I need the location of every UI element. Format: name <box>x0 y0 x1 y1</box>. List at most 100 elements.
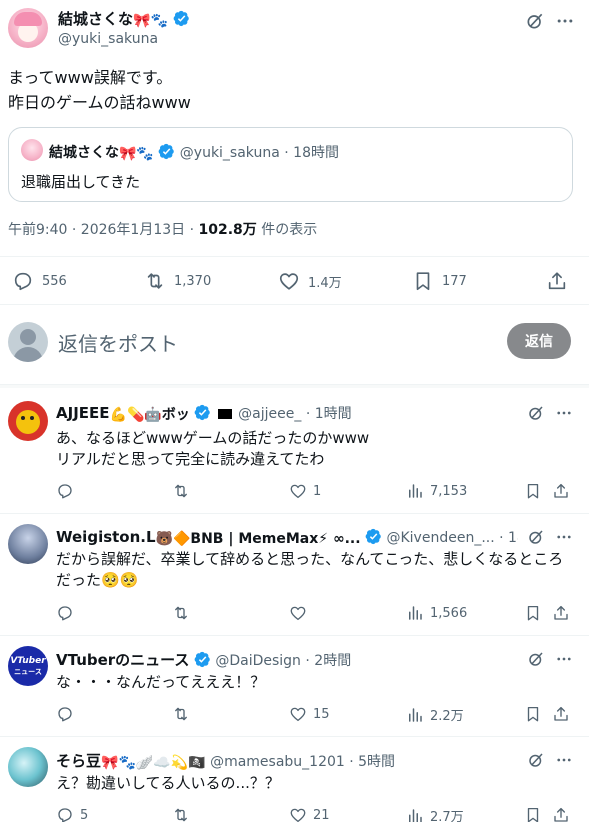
grok-icon[interactable] <box>526 527 546 547</box>
bookmark-icon <box>524 604 542 622</box>
like-icon <box>278 270 300 292</box>
reply-author-handle[interactable]: @mamesabu_1201 <box>210 754 345 770</box>
repost-button[interactable] <box>172 604 196 622</box>
reply-button[interactable] <box>56 482 80 500</box>
reply-text-line1: な・・・なんだってえええ！？ <box>56 673 266 691</box>
bookmark-button[interactable] <box>524 604 548 622</box>
reply-header: Weigiston.L🐻🔶BNB | MemeMax⚡ ∞... @Kivend… <box>56 527 540 547</box>
like-button[interactable]: 1.4万 <box>278 270 342 292</box>
quoted-separator: · <box>284 145 289 161</box>
reply-avatar[interactable] <box>8 401 48 441</box>
share-button[interactable] <box>552 806 576 822</box>
post-text-line2: 昨日のゲームの話ねwww <box>8 93 191 112</box>
reply-button[interactable]: 5 <box>56 806 88 822</box>
bookmark-button[interactable] <box>524 806 548 822</box>
reply-author-handle[interactable]: @Kivendeen_... <box>386 530 494 546</box>
repost-icon <box>144 270 166 292</box>
more-icon[interactable] <box>554 527 574 547</box>
repost-icon <box>172 604 190 622</box>
reply-header: そら豆🎀🐾🪽☁️💫🏴‍☠️ @mamesabu_1201 · 5時間 <box>56 750 395 771</box>
reply-avatar[interactable] <box>8 747 48 787</box>
repost-button[interactable] <box>172 806 196 822</box>
like-icon <box>289 705 307 723</box>
grok-icon[interactable] <box>526 750 546 770</box>
views-button[interactable]: 1,566 <box>406 604 467 622</box>
like-count: 1 <box>313 483 322 499</box>
reply-composer-input[interactable]: 返信をポスト <box>58 328 178 357</box>
reply-time[interactable]: · 2時間 <box>305 653 351 669</box>
verified-badge-icon <box>194 651 211 668</box>
like-button[interactable]: 15 <box>289 705 330 723</box>
views-icon <box>406 482 424 500</box>
share-button[interactable] <box>552 604 576 622</box>
reply-author-handle[interactable]: @ajjeee_ <box>238 406 301 422</box>
repost-button[interactable] <box>172 705 196 723</box>
bookmark-icon <box>524 806 542 822</box>
grok-icon[interactable] <box>526 649 546 669</box>
views-count: 2.2万 <box>430 709 464 724</box>
repost-button[interactable] <box>172 482 196 500</box>
reply-author-name[interactable]: VTuberのニュース <box>56 651 189 669</box>
bookmark-button[interactable] <box>524 705 548 723</box>
reply-time[interactable]: · 1時間 <box>306 406 352 422</box>
bookmark-icon <box>524 482 542 500</box>
share-button[interactable] <box>546 270 576 292</box>
views-button[interactable]: 2.7万 <box>406 806 464 822</box>
author-name-emoji: 🎀🐾 <box>133 13 168 29</box>
like-icon <box>289 604 307 622</box>
quoted-post-card[interactable]: 結城さくな🎀🐾 @yuki_sakuna · 18時間 退職届出してきた <box>8 127 573 202</box>
like-button[interactable]: 1 <box>289 482 321 500</box>
bookmark-button[interactable]: 177 <box>412 270 467 292</box>
quoted-author-handle: @yuki_sakuna <box>179 145 280 161</box>
grok-icon[interactable] <box>526 403 546 423</box>
views-button[interactable]: 7,153 <box>406 482 467 500</box>
verified-badge-icon <box>173 10 190 27</box>
grok-icon[interactable] <box>524 10 546 32</box>
reply-avatar[interactable]: VTuber ニュース <box>8 646 48 686</box>
author-name[interactable]: 結城さくな <box>58 10 133 28</box>
repost-button[interactable]: 1,370 <box>144 270 211 292</box>
reply-author-name[interactable]: Weigiston.L <box>56 528 156 546</box>
views-icon <box>406 807 424 822</box>
bookmark-button[interactable] <box>524 482 548 500</box>
reply-submit-button[interactable]: 返信 <box>507 323 571 359</box>
verified-badge-icon <box>158 143 175 160</box>
more-icon[interactable] <box>554 403 574 423</box>
reply-icon <box>56 482 74 500</box>
reply-author-emoji: 🎀🐾🪽☁️💫🏴‍☠️ <box>101 755 206 771</box>
author-name-row[interactable]: 結城さくな🎀🐾 <box>58 8 190 29</box>
share-button[interactable] <box>552 482 576 500</box>
more-icon[interactable] <box>554 10 576 32</box>
repost-count: 1,370 <box>174 273 212 289</box>
reply-button[interactable] <box>56 604 80 622</box>
post-timestamp[interactable]: 午前9:40 · 2026年1月13日 · <box>8 222 199 238</box>
author-handle[interactable]: @yuki_sakuna <box>58 31 158 47</box>
more-icon[interactable] <box>554 750 574 770</box>
more-icon[interactable] <box>554 649 574 669</box>
like-count: 1.4万 <box>308 275 342 291</box>
reply-text-line1: あ、なるほどwwwゲームの話だったのかwww <box>56 429 370 447</box>
reply-button[interactable] <box>56 705 80 723</box>
reply-author-emoji: 💪💊🤖ボッ <box>109 407 190 423</box>
views-count: 102.8万 <box>198 222 257 238</box>
reply-author-name[interactable]: そら豆 <box>56 752 101 770</box>
reply-count: 5 <box>80 807 89 822</box>
like-button[interactable] <box>289 604 313 622</box>
share-icon <box>552 806 570 822</box>
like-icon <box>289 806 307 822</box>
like-button[interactable]: 21 <box>289 806 330 822</box>
reply-author-handle[interactable]: @DaiDesign <box>215 653 301 669</box>
verified-badge-icon <box>194 404 211 421</box>
reply-time[interactable]: · 5時間 <box>349 754 395 770</box>
reply-author-name[interactable]: AJJEEE <box>56 404 110 422</box>
author-avatar[interactable] <box>8 8 48 48</box>
reply-button[interactable]: 556 <box>12 270 67 292</box>
share-button[interactable] <box>552 705 576 723</box>
views-count: 2.7万 <box>430 810 464 822</box>
share-icon <box>552 705 570 723</box>
verified-badge-icon <box>365 528 382 545</box>
views-button[interactable]: 2.2万 <box>406 705 464 724</box>
flag-badge <box>217 409 232 419</box>
like-count: 21 <box>313 807 330 822</box>
reply-avatar[interactable] <box>8 524 48 564</box>
